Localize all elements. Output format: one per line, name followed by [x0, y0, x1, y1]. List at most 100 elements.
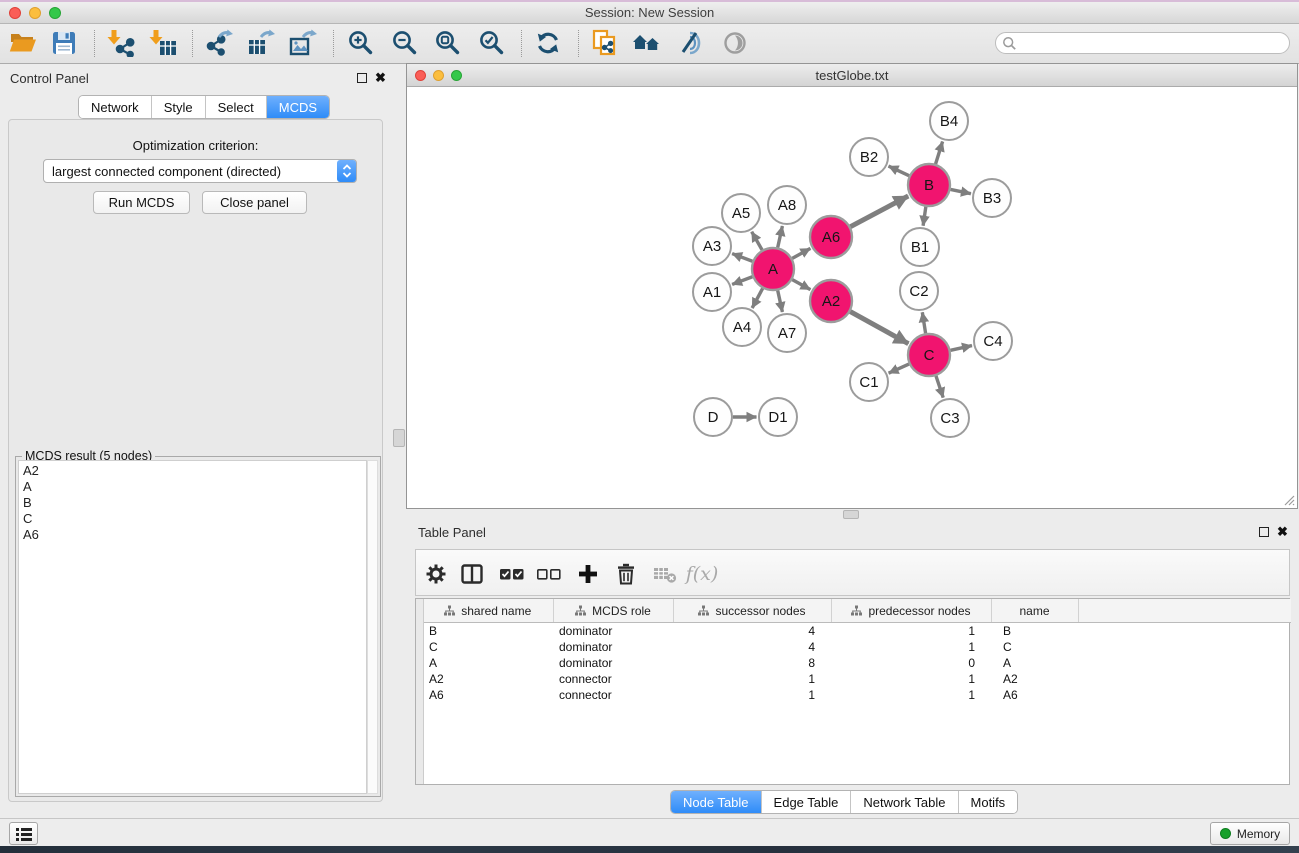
edge-C-C3[interactable] — [936, 376, 943, 398]
export-image-icon[interactable] — [288, 28, 318, 58]
task-history-button[interactable] — [9, 822, 38, 845]
network-window-titlebar[interactable]: testGlobe.txt — [407, 64, 1297, 87]
tab-style[interactable]: Style — [152, 96, 206, 118]
column-header-successor-nodes[interactable]: successor nodes — [673, 599, 831, 623]
edge-A-A4[interactable] — [752, 288, 762, 308]
table-panel-float-icon[interactable] — [1259, 527, 1269, 537]
column-header-name[interactable]: name — [991, 599, 1078, 623]
node-C4[interactable]: C4 — [974, 322, 1012, 360]
mcds-result-item[interactable]: B — [23, 495, 362, 511]
column-header-shared-name[interactable]: shared name — [423, 599, 553, 623]
edge-A2-C[interactable] — [850, 312, 908, 344]
edge-B-B2[interactable] — [888, 166, 909, 176]
node-D1[interactable]: D1 — [759, 398, 797, 436]
birds-eye-icon[interactable] — [720, 28, 750, 58]
node-A5[interactable]: A5 — [722, 194, 760, 232]
edge-A-A8[interactable] — [778, 226, 783, 248]
node-B[interactable]: B — [908, 164, 950, 206]
run-mcds-button[interactable]: Run MCDS — [93, 191, 190, 214]
duplicate-network-icon[interactable] — [590, 28, 620, 58]
mcds-result-item[interactable]: A6 — [23, 527, 362, 543]
export-table-icon[interactable] — [246, 28, 276, 58]
node-C[interactable]: C — [908, 334, 950, 376]
edge-A-A5[interactable] — [752, 232, 762, 250]
home-icon[interactable] — [632, 28, 662, 58]
horizontal-splitter-handle[interactable] — [843, 510, 859, 519]
node-A4[interactable]: A4 — [723, 308, 761, 346]
edge-C-C1[interactable] — [889, 364, 909, 373]
memory-button[interactable]: Memory — [1210, 822, 1290, 845]
table-row[interactable]: A6connector11A6 — [423, 687, 1291, 703]
tab-select[interactable]: Select — [206, 96, 267, 118]
delete-table-icon[interactable] — [651, 560, 679, 588]
tab-node-table[interactable]: Node Table — [671, 791, 762, 813]
column-header-predecessor-nodes[interactable]: predecessor nodes — [831, 599, 991, 623]
select-all-icon[interactable] — [498, 560, 526, 588]
table-row[interactable]: A2connector11A2 — [423, 671, 1291, 687]
deselect-all-icon[interactable] — [535, 560, 563, 588]
node-C3[interactable]: C3 — [931, 399, 969, 437]
node-A3[interactable]: A3 — [693, 227, 731, 265]
import-network-icon[interactable] — [106, 28, 136, 58]
close-panel-button[interactable]: Close panel — [202, 191, 307, 214]
search-field[interactable] — [995, 32, 1290, 54]
node-A1[interactable]: A1 — [693, 273, 731, 311]
delete-column-icon[interactable] — [612, 560, 640, 588]
graphics-details-icon[interactable] — [675, 28, 705, 58]
zoom-in-icon[interactable] — [346, 28, 376, 58]
control-panel-float-icon[interactable] — [357, 73, 367, 83]
add-column-icon[interactable] — [574, 560, 602, 588]
zoom-selected-icon[interactable] — [477, 28, 507, 58]
resize-grip-icon[interactable] — [1282, 493, 1295, 506]
edge-A-A3[interactable] — [732, 254, 752, 262]
mcds-result-item[interactable]: A — [23, 479, 362, 495]
open-session-icon[interactable] — [8, 28, 38, 58]
column-header-MCDS-role[interactable]: MCDS role — [553, 599, 673, 623]
search-input[interactable] — [1017, 35, 1289, 51]
table-row[interactable]: Bdominator41B — [423, 623, 1291, 640]
edge-A-A2[interactable] — [792, 280, 810, 290]
node-C1[interactable]: C1 — [850, 363, 888, 401]
zoom-out-icon[interactable] — [390, 28, 420, 58]
optimization-criterion-select[interactable]: largest connected component (directed) — [43, 159, 357, 183]
export-network-icon[interactable] — [204, 28, 234, 58]
node-A7[interactable]: A7 — [768, 314, 806, 352]
edge-A-A1[interactable] — [732, 277, 752, 285]
node-D[interactable]: D — [694, 398, 732, 436]
node-A8[interactable]: A8 — [768, 186, 806, 224]
mcds-result-item[interactable]: A2 — [23, 463, 362, 479]
result-scrollbar[interactable] — [367, 460, 378, 794]
table-options-icon[interactable] — [422, 560, 450, 588]
node-B1[interactable]: B1 — [901, 228, 939, 266]
node-B3[interactable]: B3 — [973, 179, 1011, 217]
node-B2[interactable]: B2 — [850, 138, 888, 176]
table-panel-close-icon[interactable]: ✖ — [1277, 527, 1288, 537]
import-table-icon[interactable] — [148, 28, 178, 58]
node-C2[interactable]: C2 — [900, 272, 938, 310]
control-panel-close-icon[interactable]: ✖ — [375, 73, 386, 83]
save-session-icon[interactable] — [49, 28, 79, 58]
edge-C-C4[interactable] — [950, 346, 972, 351]
zoom-fit-icon[interactable] — [433, 28, 463, 58]
edge-B-B1[interactable] — [923, 207, 926, 226]
mcds-result-list[interactable]: A2ABCA6 — [18, 460, 367, 794]
table-row[interactable]: Adominator80A — [423, 655, 1291, 671]
tab-network[interactable]: Network — [79, 96, 152, 118]
edge-C-C2[interactable] — [922, 312, 925, 333]
edge-B-B4[interactable] — [936, 142, 943, 164]
tab-network-table[interactable]: Network Table — [851, 791, 958, 813]
node-A[interactable]: A — [752, 248, 794, 290]
table-row[interactable]: Cdominator41C — [423, 639, 1291, 655]
edge-A6-B[interactable] — [850, 196, 908, 227]
edge-A-A6[interactable] — [792, 248, 810, 258]
edge-A-A7[interactable] — [778, 290, 783, 312]
tab-motifs[interactable]: Motifs — [959, 791, 1018, 813]
mcds-result-item[interactable]: C — [23, 511, 362, 527]
function-builder-icon[interactable]: f(x) — [688, 560, 716, 588]
edge-B-B3[interactable] — [951, 189, 971, 193]
network-canvas[interactable]: AA1A2A3A4A5A6A7A8BB1B2B3B4CC1C2C3C4DD1 — [408, 87, 1297, 508]
tab-mcds[interactable]: MCDS — [267, 96, 329, 118]
apply-layout-icon[interactable] — [533, 28, 563, 58]
tab-edge-table[interactable]: Edge Table — [762, 791, 852, 813]
node-A6[interactable]: A6 — [810, 216, 852, 258]
